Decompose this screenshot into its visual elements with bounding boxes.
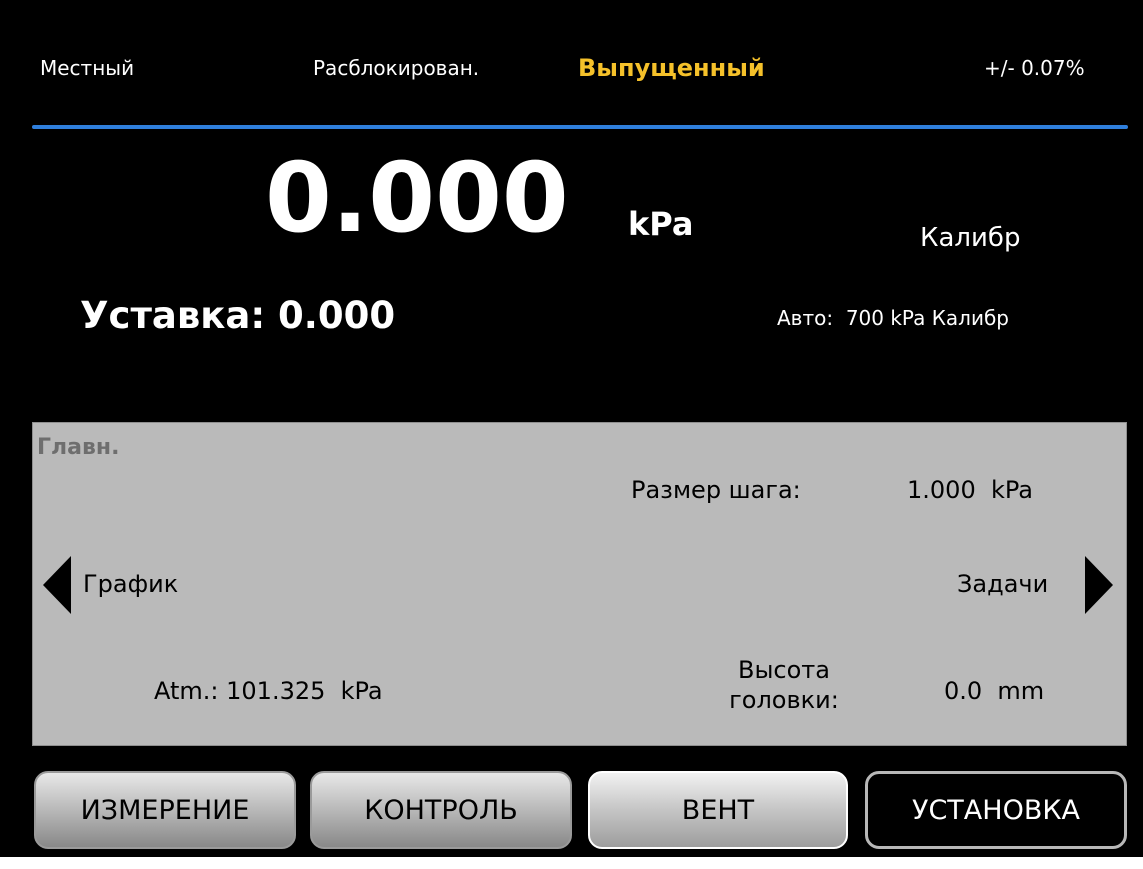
setup-button[interactable]: УСТАНОВКА	[865, 771, 1127, 849]
step-size-label: Размер шага:	[631, 476, 801, 504]
step-size-value[interactable]: 1.000 kPa	[907, 476, 1033, 504]
range-label: Авто:	[777, 306, 834, 330]
pressure-reading: 0.000	[265, 142, 569, 254]
range-display: Авто: 700 kPa Калибр	[777, 306, 1009, 330]
atmospheric-pressure[interactable]: Atm.: 101.325 kPa	[154, 677, 383, 705]
triangle-left-icon[interactable]	[43, 556, 71, 614]
status-control-mode: Местный	[40, 56, 135, 80]
triangle-right-icon[interactable]	[1085, 556, 1113, 614]
measurement-mode: Калибр	[920, 223, 1021, 253]
head-height-value[interactable]: 0.0 mm	[944, 677, 1044, 705]
panel-title: Главн.	[37, 435, 120, 460]
status-lock-state: Расблокирован.	[313, 56, 480, 80]
status-accuracy: +/- 0.07%	[984, 56, 1085, 80]
control-button[interactable]: КОНТРОЛЬ	[310, 771, 572, 849]
vent-button[interactable]: ВЕНТ	[588, 771, 848, 849]
nav-chart-label[interactable]: График	[83, 570, 178, 598]
range-value: 700 kPa Калибр	[845, 306, 1009, 330]
measure-button[interactable]: ИЗМЕРЕНИЕ	[34, 771, 296, 849]
instrument-screen: Местный Расблокирован. Выпущенный +/- 0.…	[0, 0, 1143, 857]
setpoint-display: Уставка: 0.000	[80, 294, 396, 337]
pressure-unit: kPa	[628, 205, 694, 243]
head-height-label: Высота головки:	[729, 656, 839, 714]
main-panel: Главн. Размер шага: 1.000 kPa График Зад…	[32, 422, 1127, 746]
nav-tasks-label[interactable]: Задачи	[957, 570, 1048, 598]
status-divider	[32, 125, 1128, 129]
status-vent-state: Выпущенный	[578, 54, 765, 82]
